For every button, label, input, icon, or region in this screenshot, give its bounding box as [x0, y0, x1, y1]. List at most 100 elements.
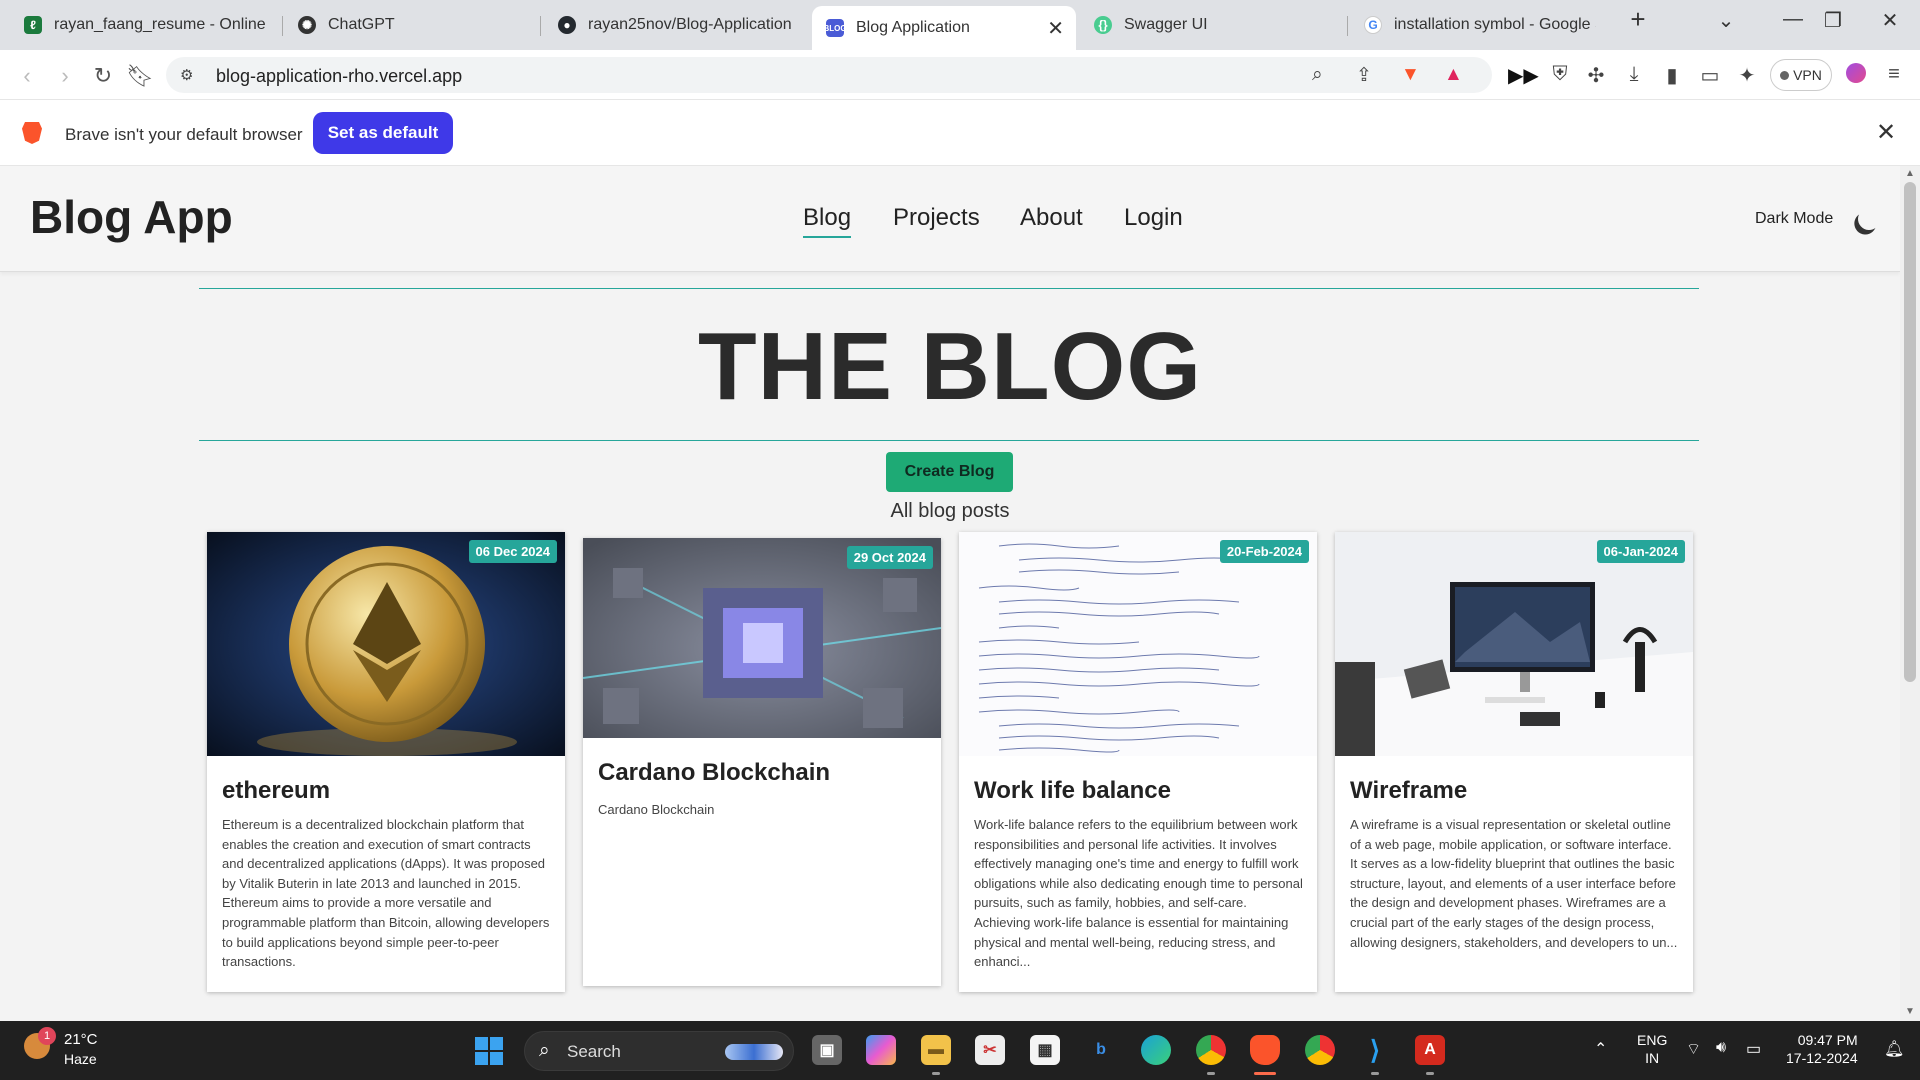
nav-projects[interactable]: Projects	[893, 204, 980, 232]
blog-card[interactable]: 06 Dec 2024 ethereum Ethereum is a decen…	[207, 532, 565, 992]
windows-start-icon[interactable]	[475, 1037, 503, 1065]
set-as-default-button[interactable]: Set as default	[313, 112, 453, 154]
tab-overleaf[interactable]: ℓ rayan_faang_resume - Online La	[10, 6, 280, 44]
file-explorer-icon[interactable]: ▬	[921, 1035, 951, 1065]
vpn-status-icon	[1780, 70, 1790, 80]
new-tab-icon[interactable]: +	[1618, 4, 1658, 35]
github-icon: ●	[558, 16, 576, 34]
show-hidden-icons-icon[interactable]: ⌃	[1594, 1039, 1607, 1059]
extensions-icon[interactable]: ✣	[1582, 63, 1610, 88]
post-title[interactable]: Wireframe	[1350, 777, 1467, 805]
search-highlight-icon	[725, 1044, 783, 1060]
battery-icon[interactable]: ▭	[1746, 1039, 1761, 1059]
search-icon: ⌕	[539, 1040, 550, 1061]
weather-condition[interactable]: Haze	[64, 1051, 97, 1067]
vscode-icon[interactable]: ⟩	[1360, 1035, 1390, 1065]
zoom-icon[interactable]: ⌕	[1312, 64, 1323, 86]
weather-temperature[interactable]: 21°C	[64, 1031, 98, 1048]
post-title[interactable]: Cardano Blockchain	[598, 759, 830, 787]
nav-about[interactable]: About	[1020, 204, 1083, 232]
acrobat-icon[interactable]: A	[1415, 1035, 1445, 1065]
chrome-icon[interactable]	[1196, 1035, 1226, 1065]
page-scrollbar[interactable]: ▲ ▼	[1900, 166, 1920, 1021]
tab-github[interactable]: ● rayan25nov/Blog-Application	[544, 6, 809, 44]
create-blog-button[interactable]: Create Blog	[886, 452, 1013, 492]
site-header: Blog App Blog Projects About Login Dark …	[0, 166, 1900, 272]
share-icon[interactable]: ⇪	[1356, 64, 1372, 87]
edge-icon[interactable]	[1141, 1035, 1171, 1065]
shield-extension-icon[interactable]: ⛨	[1546, 63, 1574, 86]
scrollbar-thumb[interactable]	[1904, 182, 1916, 682]
tab-search-chevron-icon[interactable]: ⌄	[1706, 8, 1746, 33]
blog-card[interactable]: 29 Oct 2024 Cardano Blockchain Cardano B…	[583, 538, 941, 986]
download-icon[interactable]: ⤓	[1620, 63, 1648, 86]
notifications-icon[interactable]: 🔔︎	[1884, 1039, 1904, 1059]
leo-ai-icon[interactable]: ✦	[1733, 63, 1761, 88]
restore-icon[interactable]: ❐	[1813, 8, 1853, 33]
language-code: ENG	[1637, 1032, 1668, 1048]
title-rule-bottom	[199, 440, 1699, 441]
post-date-badge: 06-Jan-2024	[1596, 540, 1685, 563]
snipping-tool-icon[interactable]: ✂	[975, 1035, 1005, 1065]
url-text[interactable]: blog-application-rho.vercel.app	[216, 66, 462, 87]
task-view-icon[interactable]: ▣	[812, 1035, 842, 1065]
wifi-icon[interactable]: ⌔	[1686, 1039, 1701, 1059]
tab-divider	[282, 16, 283, 36]
taskbar-clock[interactable]: 09:47 PM 17-12-2024	[1786, 1031, 1858, 1067]
copilot-icon[interactable]	[866, 1035, 896, 1065]
region-code: IN	[1645, 1050, 1660, 1066]
nav-blog[interactable]: Blog	[803, 204, 852, 238]
close-tab-icon[interactable]: ✕	[1047, 16, 1064, 41]
tab-blog-application[interactable]: BLOG Blog Application ✕	[812, 6, 1076, 50]
brave-shields-icon[interactable]: ▼	[1401, 64, 1420, 86]
vpn-button[interactable]: VPN	[1770, 59, 1832, 91]
tab-swagger[interactable]: {} Swagger UI	[1080, 6, 1345, 44]
bing-icon[interactable]: b	[1086, 1035, 1116, 1065]
blog-card[interactable]: 06-Jan-2024 Wireframe A wireframe is a v…	[1335, 532, 1693, 992]
moon-icon[interactable]	[1855, 205, 1883, 233]
brave-logo-icon	[22, 122, 42, 144]
menu-icon[interactable]: ≡	[1880, 63, 1908, 86]
site-logo[interactable]: Blog App	[30, 190, 233, 244]
tab-label: Swagger UI	[1124, 16, 1208, 33]
brave-icon[interactable]	[1250, 1035, 1280, 1065]
window-close-icon[interactable]: ✕	[1870, 8, 1910, 33]
dark-mode-toggle[interactable]: Dark Mode	[1755, 210, 1833, 228]
tab-chatgpt[interactable]: ✺ ChatGPT	[284, 6, 544, 44]
bookmark-icon[interactable]: 🔖︎	[125, 63, 155, 89]
address-bar[interactable]: ⚙︎ blog-application-rho.vercel.app ⌕ ⇪ ▼…	[166, 57, 1492, 93]
blog-card[interactable]: 20-Feb-2024 Work life balance Work-life …	[959, 532, 1317, 992]
tab-label: rayan_faang_resume - Online La	[54, 16, 266, 33]
taskbar-search[interactable]: ⌕ Search	[524, 1031, 794, 1071]
brave-rewards-icon[interactable]: ▲	[1444, 64, 1463, 86]
forward-icon[interactable]: ›	[50, 63, 80, 89]
sidebar-icon[interactable]: ▮	[1658, 63, 1686, 88]
back-icon[interactable]: ‹	[12, 63, 42, 89]
infobar-close-icon[interactable]: ✕	[1876, 118, 1896, 147]
search-label: Search	[567, 1042, 621, 1061]
scroll-up-icon[interactable]: ▲	[1905, 168, 1915, 179]
app-running-indicator	[1371, 1072, 1379, 1075]
toolbar: ‹ › ↻ 🔖︎ ⚙︎ blog-application-rho.vercel.…	[0, 50, 1920, 100]
notification-badge: 1	[38, 1027, 56, 1045]
nav-login[interactable]: Login	[1124, 204, 1183, 232]
tab-google[interactable]: G installation symbol - Google Se	[1350, 6, 1610, 44]
post-title[interactable]: Work life balance	[974, 777, 1171, 805]
app-running-indicator	[1207, 1072, 1215, 1075]
tab-divider	[1347, 16, 1348, 36]
reload-icon[interactable]: ↻	[88, 63, 118, 89]
chrome-profile-icon[interactable]	[1305, 1035, 1335, 1065]
post-title[interactable]: ethereum	[222, 777, 330, 805]
volume-icon[interactable]: 🔊︎	[1716, 1039, 1726, 1057]
vpn-label: VPN	[1793, 67, 1822, 83]
page-viewport: Blog App Blog Projects About Login Dark …	[0, 166, 1900, 1021]
media-forward-icon[interactable]: ▶▶	[1508, 63, 1539, 88]
profile-avatar-icon[interactable]	[1842, 63, 1870, 89]
site-settings-icon[interactable]: ⚙︎	[180, 66, 193, 84]
scroll-down-icon[interactable]: ▼	[1905, 1006, 1915, 1017]
wallet-icon[interactable]: ▭	[1696, 63, 1724, 88]
minimize-icon[interactable]: —	[1773, 8, 1813, 31]
blog-favicon-icon: BLOG	[823, 19, 847, 37]
language-indicator[interactable]: ENG IN	[1637, 1031, 1667, 1067]
ms-store-icon[interactable]: ▦	[1030, 1035, 1060, 1065]
